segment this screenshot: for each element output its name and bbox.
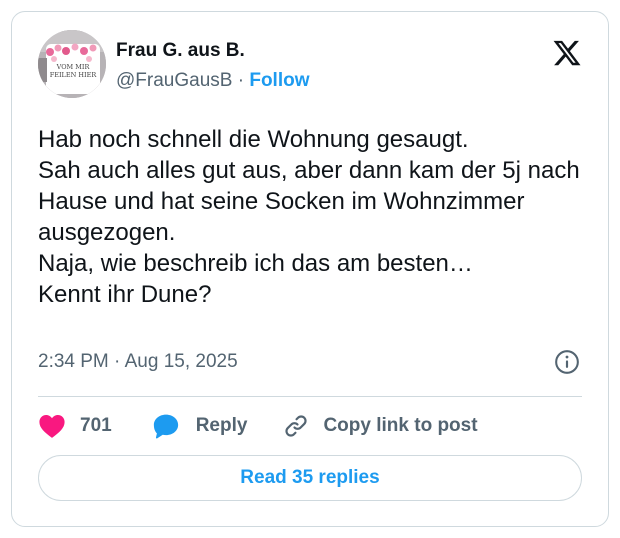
author-block: Frau G. aus B. @FrauGausB · Follow	[116, 39, 310, 93]
profile-photo-icon: VOM MIR FEILEN HIER	[38, 30, 106, 98]
read-replies-button[interactable]: Read 35 replies	[38, 455, 582, 501]
post-date: Aug 15, 2025	[124, 351, 238, 372]
link-icon	[285, 415, 308, 437]
x-logo-icon[interactable]	[552, 38, 582, 68]
post-card: VOM MIR FEILEN HIER Frau G. aus B. @Frau…	[11, 11, 609, 527]
heart-icon	[39, 415, 65, 438]
info-icon[interactable]	[554, 349, 580, 375]
svg-text:VOM MIR: VOM MIR	[56, 63, 91, 71]
meta-separator: ·	[114, 351, 121, 372]
svg-text:FEILEN HIER: FEILEN HIER	[50, 71, 98, 79]
author-handle-row: @FrauGausB · Follow	[116, 69, 310, 93]
author-name[interactable]: Frau G. aus B.	[116, 39, 310, 63]
author-avatar[interactable]: VOM MIR FEILEN HIER	[38, 30, 106, 98]
post-timestamp[interactable]: 2:34 PM · Aug 15, 2025	[38, 350, 238, 374]
action-bar: 701 Reply Copy link to post	[38, 411, 478, 441]
handle-separator: ·	[237, 70, 245, 91]
reply-button[interactable]: Reply	[152, 412, 248, 440]
copy-link-button[interactable]: Copy link to post	[283, 413, 478, 439]
reply-bubble-icon	[153, 414, 178, 439]
post-time: 2:34 PM	[38, 351, 109, 372]
follow-button[interactable]: Follow	[249, 70, 309, 91]
copy-link-label: Copy link to post	[323, 415, 478, 436]
divider	[38, 396, 582, 397]
like-button[interactable]: 701	[38, 413, 112, 439]
post-text: Hab noch schnell die Wohnung gesaugt. Sa…	[38, 126, 580, 308]
author-handle[interactable]: @FrauGausB	[116, 70, 232, 91]
like-count: 701	[80, 415, 112, 436]
reply-label: Reply	[195, 415, 248, 436]
